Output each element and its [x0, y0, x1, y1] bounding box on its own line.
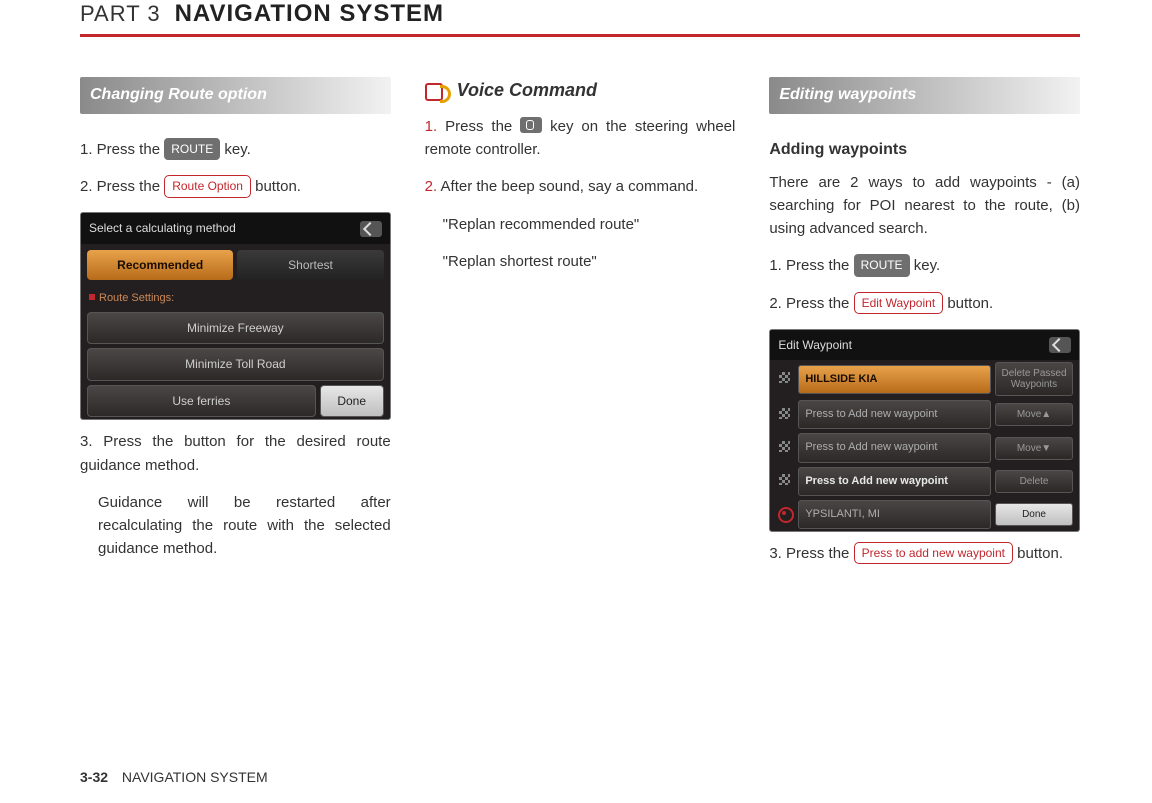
voice-step-1: 1. Press the key on the steering wheel r… [425, 115, 736, 162]
tab-recommended: Recommended [87, 250, 233, 281]
text: 1. Press the [80, 141, 164, 158]
screenshot-route-option: Select a calculating method Recommended … [80, 212, 391, 420]
section-editing-waypoints: Editing waypoints [769, 77, 1080, 114]
header-rule [80, 34, 1080, 37]
flag-icon [776, 440, 794, 456]
text: button. [251, 178, 301, 195]
subhead-adding-waypoints: Adding waypoints [769, 138, 1080, 163]
screenshot-edit-waypoint: Edit Waypoint HILLSIDE KIA Delete Passed… [769, 329, 1080, 532]
press-add-waypoint-button: Press to add new waypoint [854, 542, 1013, 565]
voice-cmd-2: "Replan shortest route" [425, 250, 736, 273]
wp-step-1: 1. Press the ROUTE key. [769, 254, 1080, 277]
tab-shortest: Shortest [237, 250, 383, 281]
side-delete-passed: Delete PassedWaypoints [995, 362, 1073, 396]
page-number: 3-32 [80, 769, 108, 785]
wp-step-3: 3. Press the Press to add new waypoint b… [769, 542, 1080, 565]
done-button: Done [320, 385, 384, 418]
num: 1. [425, 118, 438, 135]
text: After the beep sound, say a command. [437, 178, 698, 195]
screen-title: Select a calculating method [89, 219, 236, 238]
step-3-note: Guidance will be restarted after recalcu… [80, 491, 391, 561]
page-header: PART 3 NAVIGATION SYSTEM [80, 0, 1080, 37]
page-footer: 3-32 NAVIGATION SYSTEM [80, 769, 268, 785]
footer-title: NAVIGATION SYSTEM [122, 769, 268, 785]
side-done: Done [995, 503, 1073, 526]
wp-row-2: Press to Add new waypoint [798, 400, 991, 429]
wp-row-3: Press to Add new waypoint [798, 433, 991, 462]
back-icon [360, 221, 382, 237]
wp-row-1: HILLSIDE KIA [798, 365, 991, 394]
side-move-up: Move▲ [995, 403, 1073, 426]
text: key. [910, 257, 941, 274]
part-title: NAVIGATION SYSTEM [175, 0, 444, 28]
wp-row-4: Press to Add new waypoint [798, 467, 991, 496]
section-changing-route: Changing Route option [80, 77, 391, 114]
text: key. [220, 141, 251, 158]
column-2: Voice Command 1. Press the key on the st… [425, 77, 736, 579]
step-1: 1. Press the ROUTE key. [80, 138, 391, 161]
voice-label: Voice Command [457, 77, 597, 105]
voice-cmd-1: "Replan recommended route" [425, 213, 736, 236]
route-option-button: Route Option [164, 175, 251, 198]
opt-minimize-freeway: Minimize Freeway [87, 312, 384, 345]
back-icon [1049, 337, 1071, 353]
side-move-down: Move▼ [995, 437, 1073, 460]
route-settings-label: Route Settings: [81, 286, 390, 309]
text: Press the [437, 118, 520, 135]
column-3: Editing waypoints Adding waypoints There… [769, 77, 1080, 579]
route-key: ROUTE [854, 254, 910, 277]
flag-icon [776, 473, 794, 489]
column-1: Changing Route option 1. Press the ROUTE… [80, 77, 391, 579]
voice-step-2: 2. After the beep sound, say a command. [425, 175, 736, 198]
route-key: ROUTE [164, 138, 220, 161]
num: 2. [425, 178, 438, 195]
wp-step-2: 2. Press the Edit Waypoint button. [769, 292, 1080, 315]
step-2: 2. Press the Route Option button. [80, 175, 391, 198]
flag-icon [776, 371, 794, 387]
side-delete: Delete [995, 470, 1073, 493]
text: button. [943, 295, 993, 312]
step-3: 3. Press the button for the desired rout… [80, 430, 391, 477]
voice-command-heading: Voice Command [425, 77, 736, 105]
wp-row-dest: YPSILANTI, MI [798, 500, 991, 529]
mic-key-icon [520, 117, 542, 133]
text: 2. Press the [80, 178, 164, 195]
destination-icon [776, 506, 794, 522]
voice-icon [425, 81, 451, 101]
text: 1. Press the [769, 257, 853, 274]
intro-text: There are 2 ways to add waypoints - (a) … [769, 171, 1080, 241]
text: button. [1013, 545, 1063, 562]
part-label: PART 3 [80, 1, 161, 27]
opt-use-ferries: Use ferries [87, 385, 316, 418]
screen-title: Edit Waypoint [778, 336, 852, 355]
edit-waypoint-button: Edit Waypoint [854, 292, 944, 315]
flag-icon [776, 407, 794, 423]
opt-minimize-toll: Minimize Toll Road [87, 348, 384, 381]
text: 3. Press the [769, 545, 853, 562]
text: 2. Press the [769, 295, 853, 312]
